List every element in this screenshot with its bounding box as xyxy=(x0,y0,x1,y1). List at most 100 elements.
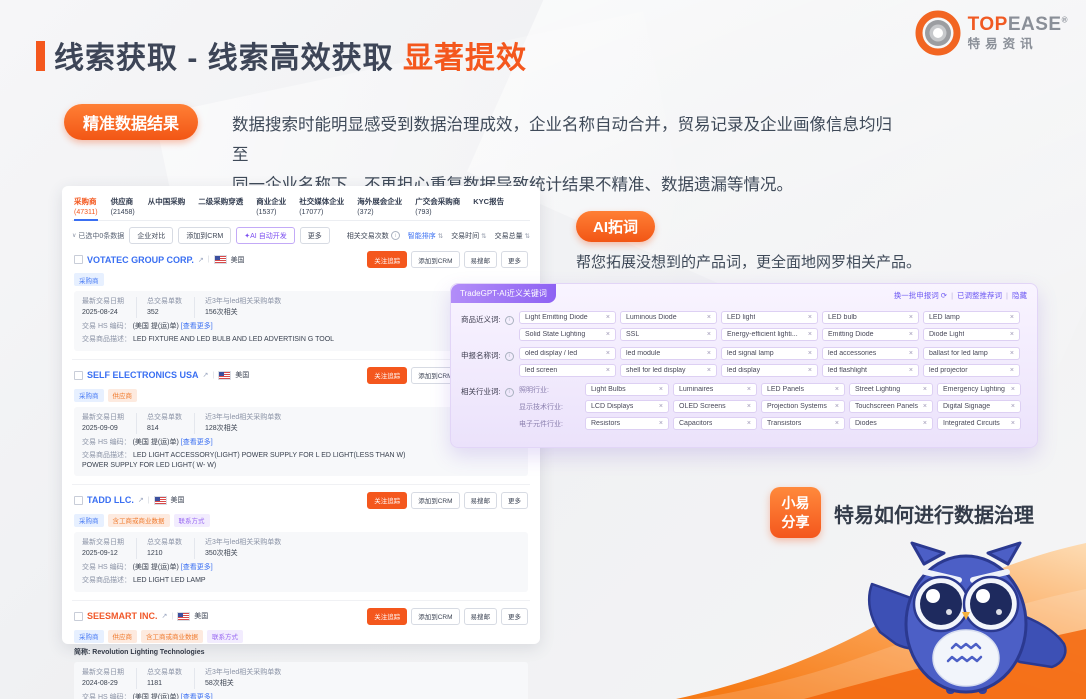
keyword-tag[interactable]: LED Panels× xyxy=(761,383,845,396)
keyword-tag[interactable]: LED bulb× xyxy=(822,311,919,324)
add-to-crm-button[interactable]: 添加到CRM xyxy=(411,492,459,509)
keyword-tag[interactable]: LED light× xyxy=(721,311,818,324)
keyword-tag[interactable]: SSL× xyxy=(620,328,717,341)
hide-panel-link[interactable]: 隐藏 xyxy=(1012,290,1027,301)
more-button[interactable]: 更多 xyxy=(300,227,330,244)
remove-tag-icon[interactable]: × xyxy=(909,314,913,321)
sort-smart[interactable]: 智能排序 ⇅ xyxy=(408,231,443,241)
remove-tag-icon[interactable]: × xyxy=(606,314,610,321)
keyword-tag[interactable]: Solid State Lighting× xyxy=(519,328,616,341)
keyword-tag[interactable]: Street Lighting× xyxy=(849,383,933,396)
remove-tag-icon[interactable]: × xyxy=(659,420,663,427)
company-name-link[interactable]: TADD LLC. xyxy=(87,495,134,505)
company-checkbox[interactable] xyxy=(74,371,83,380)
remove-tag-icon[interactable]: × xyxy=(923,420,927,427)
keyword-tag[interactable]: led screen× xyxy=(519,364,616,377)
mail-search-button[interactable]: 易搜邮 xyxy=(464,608,498,625)
remove-tag-icon[interactable]: × xyxy=(909,350,913,357)
tab-海外展会企业[interactable]: 海外展会企业(372) xyxy=(357,196,402,216)
add-to-crm-button[interactable]: 添加到CRM xyxy=(411,608,459,625)
remove-tag-icon[interactable]: × xyxy=(659,403,663,410)
external-link-icon[interactable]: ↗ xyxy=(162,612,168,620)
keyword-tag[interactable]: led flashlight× xyxy=(822,364,919,377)
keyword-tag[interactable]: led module× xyxy=(620,347,717,360)
keyword-tag[interactable]: LED lamp× xyxy=(923,311,1020,324)
tab-采购商[interactable]: 采购商(47311) xyxy=(74,196,98,221)
more-button[interactable]: 更多 xyxy=(501,492,528,509)
keyword-tag[interactable]: Energy-efficient lighti...× xyxy=(721,328,818,341)
keyword-tag[interactable]: Transistors× xyxy=(761,417,845,430)
sort-related-trades[interactable]: 相关交易次数i xyxy=(347,231,400,241)
keyword-tag[interactable]: Emergency Lighting× xyxy=(937,383,1021,396)
sort-trade-time[interactable]: 交易时间 ⇅ xyxy=(451,231,486,241)
remove-tag-icon[interactable]: × xyxy=(1010,350,1014,357)
keyword-tag[interactable]: Digital Signage× xyxy=(937,400,1021,413)
view-more-link[interactable]: [查看更多] xyxy=(181,439,213,446)
company-checkbox[interactable] xyxy=(74,612,83,621)
keyword-tag[interactable]: led display× xyxy=(721,364,818,377)
add-to-crm-button[interactable]: 添加到CRM xyxy=(178,227,231,244)
tab-广交会采购商[interactable]: 广交会采购商(793) xyxy=(415,196,460,216)
remove-tag-icon[interactable]: × xyxy=(808,367,812,374)
keyword-tag[interactable]: led accessories× xyxy=(822,347,919,360)
follow-track-button[interactable]: 关注追踪 xyxy=(367,492,407,509)
company-checkbox[interactable] xyxy=(74,496,83,505)
view-more-link[interactable]: [查看更多] xyxy=(181,694,213,699)
more-button[interactable]: 更多 xyxy=(501,251,528,268)
remove-tag-icon[interactable]: × xyxy=(835,403,839,410)
remove-tag-icon[interactable]: × xyxy=(707,331,711,338)
remove-tag-icon[interactable]: × xyxy=(1010,367,1014,374)
keyword-tag[interactable]: Capacitors× xyxy=(673,417,757,430)
remove-tag-icon[interactable]: × xyxy=(835,386,839,393)
follow-track-button[interactable]: 关注追踪 xyxy=(367,608,407,625)
keyword-tag[interactable]: Touchscreen Panels× xyxy=(849,400,933,413)
more-button[interactable]: 更多 xyxy=(501,608,528,625)
remove-tag-icon[interactable]: × xyxy=(835,420,839,427)
tab-从中国采购[interactable]: 从中国采购 xyxy=(148,196,186,207)
refresh-batch-link[interactable]: 换一批申报词 ⟳ xyxy=(894,290,947,301)
keyword-tag[interactable]: Light Bulbs× xyxy=(585,383,669,396)
keyword-tag[interactable]: ballast for led lamp× xyxy=(923,347,1020,360)
keyword-tag[interactable]: Luminous Diode× xyxy=(620,311,717,324)
remove-tag-icon[interactable]: × xyxy=(909,367,913,374)
remove-tag-icon[interactable]: × xyxy=(1011,420,1015,427)
remove-tag-icon[interactable]: × xyxy=(1010,331,1014,338)
add-to-crm-button[interactable]: 添加到CRM xyxy=(411,251,459,268)
ai-auto-develop-button[interactable]: ✦AI 自动开发 xyxy=(236,227,294,244)
company-name-link[interactable]: VOTATEC GROUP CORP. xyxy=(87,255,194,265)
company-name-link[interactable]: SEESMART INC. xyxy=(87,611,158,621)
external-link-icon[interactable]: ↗ xyxy=(138,496,144,504)
tab-商业企业[interactable]: 商业企业(1537) xyxy=(256,196,286,216)
remove-tag-icon[interactable]: × xyxy=(606,350,610,357)
tab-供应商[interactable]: 供应商(21458) xyxy=(111,196,135,216)
tab-KYC报告[interactable]: KYC报告 xyxy=(473,196,504,207)
keyword-tag[interactable]: Diodes× xyxy=(849,417,933,430)
tab-社交媒体企业[interactable]: 社交媒体企业(17077) xyxy=(299,196,344,216)
adjusted-words-link[interactable]: 已调整推荐词 xyxy=(957,290,1002,301)
remove-tag-icon[interactable]: × xyxy=(1010,314,1014,321)
remove-tag-icon[interactable]: × xyxy=(923,403,927,410)
mail-search-button[interactable]: 易搜邮 xyxy=(464,492,498,509)
company-checkbox[interactable] xyxy=(74,255,83,264)
keyword-tag[interactable]: Luminaires× xyxy=(673,383,757,396)
remove-tag-icon[interactable]: × xyxy=(747,403,751,410)
keyword-tag[interactable]: OLED Screens× xyxy=(673,400,757,413)
keyword-tag[interactable]: LCD Displays× xyxy=(585,400,669,413)
remove-tag-icon[interactable]: × xyxy=(808,350,812,357)
keyword-tag[interactable]: Resistors× xyxy=(585,417,669,430)
remove-tag-icon[interactable]: × xyxy=(606,367,610,374)
company-compare-button[interactable]: 企业对比 xyxy=(129,227,173,244)
mail-search-button[interactable]: 易搜邮 xyxy=(464,251,498,268)
external-link-icon[interactable]: ↗ xyxy=(198,256,204,264)
external-link-icon[interactable]: ↗ xyxy=(203,371,209,379)
keyword-tag[interactable]: led signal lamp× xyxy=(721,347,818,360)
remove-tag-icon[interactable]: × xyxy=(1011,386,1015,393)
remove-tag-icon[interactable]: × xyxy=(606,331,610,338)
tab-二级采购穿透[interactable]: 二级采购穿透 xyxy=(198,196,243,207)
keyword-tag[interactable]: oled display / led× xyxy=(519,347,616,360)
remove-tag-icon[interactable]: × xyxy=(808,331,812,338)
view-more-link[interactable]: [查看更多] xyxy=(181,564,213,571)
remove-tag-icon[interactable]: × xyxy=(747,386,751,393)
keyword-tag[interactable]: led projector× xyxy=(923,364,1020,377)
remove-tag-icon[interactable]: × xyxy=(808,314,812,321)
